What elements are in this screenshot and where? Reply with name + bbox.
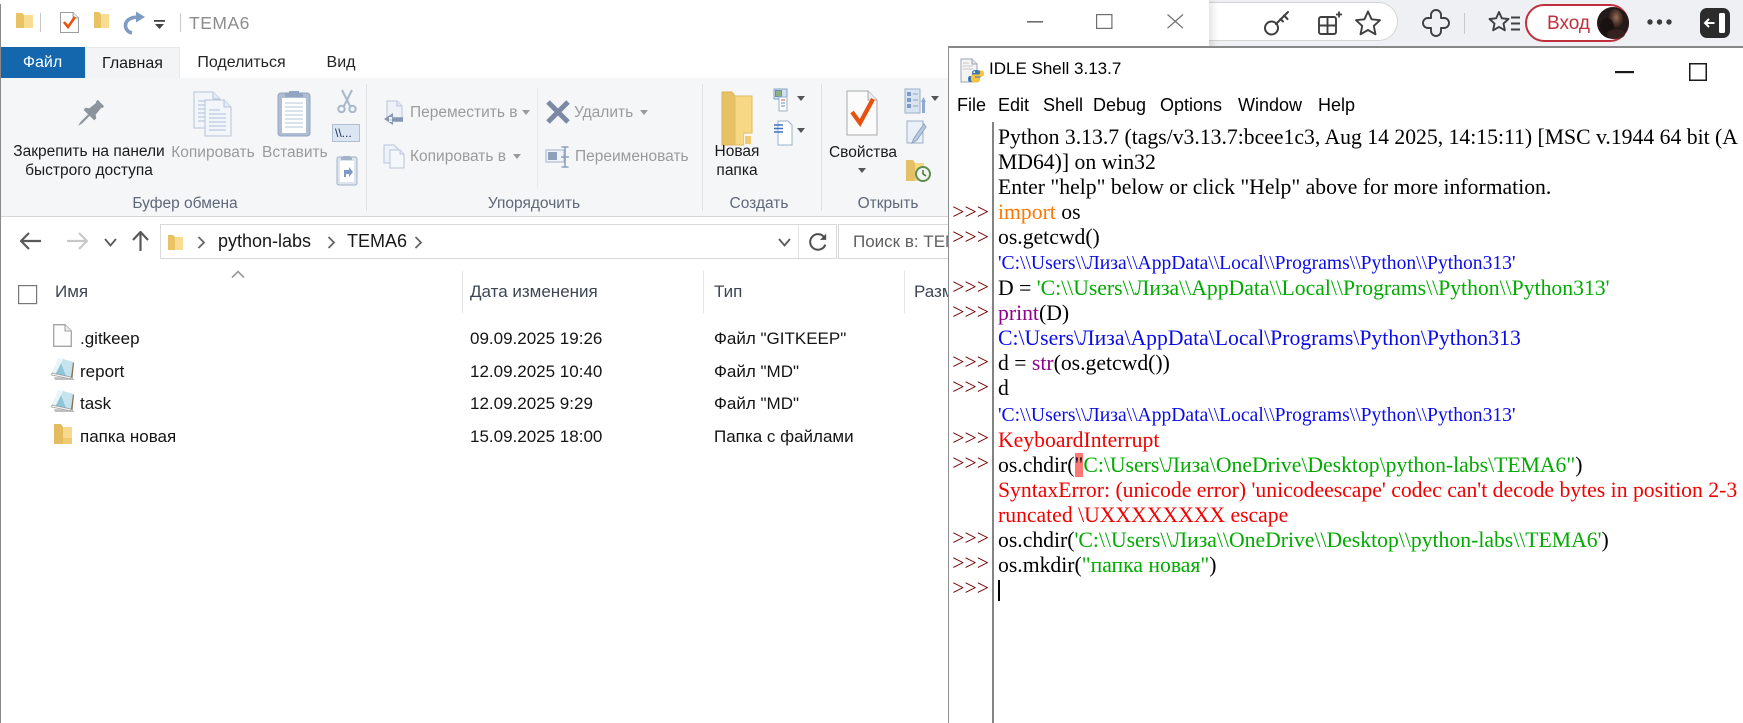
svg-text:\\...: \\... xyxy=(335,126,352,140)
